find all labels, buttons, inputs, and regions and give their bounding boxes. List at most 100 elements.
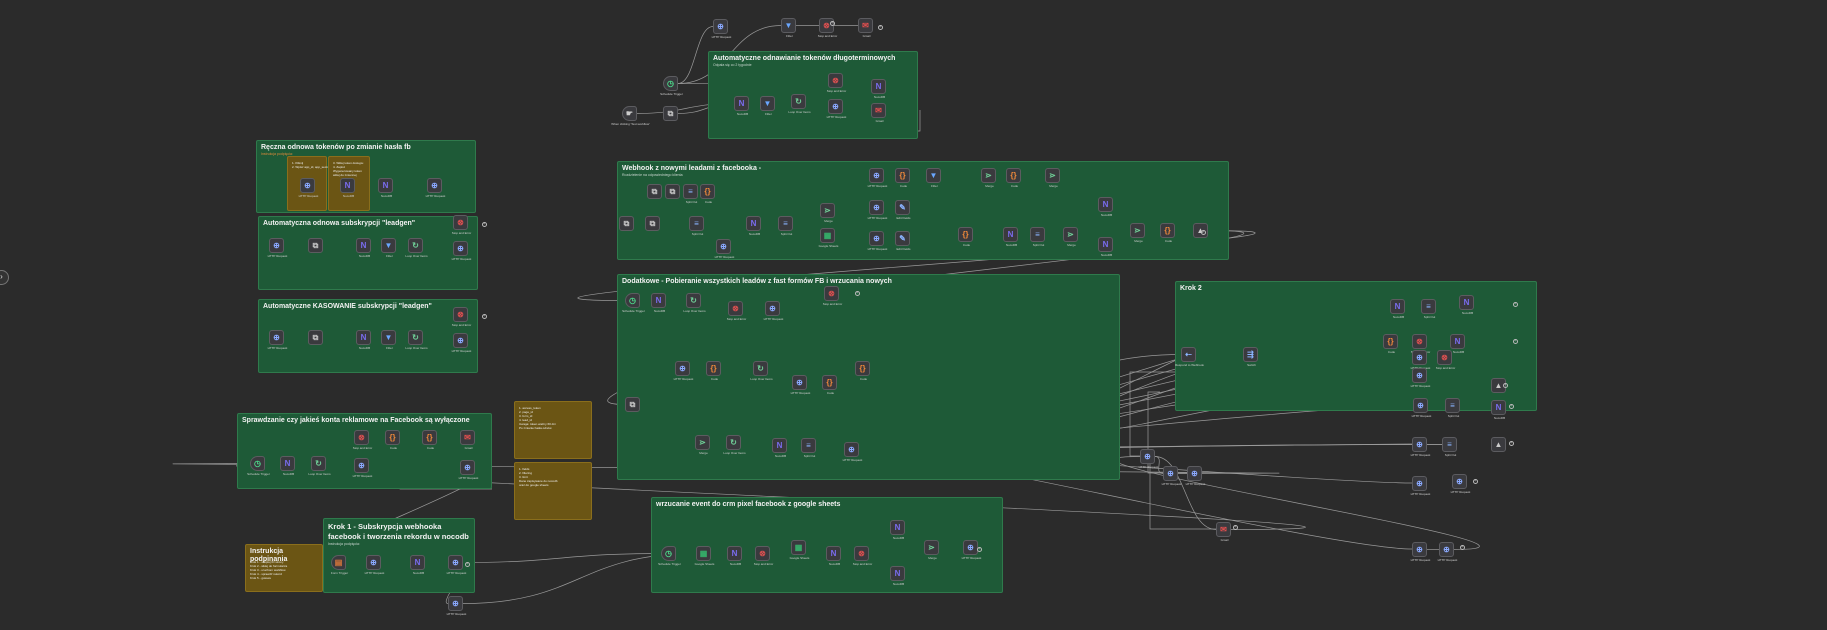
set-node[interactable]: ✎ Edit Fields [895,231,911,251]
http-node[interactable]: ⊕HTTP Request [715,239,734,259]
fbook-node[interactable]: ⧉ [625,397,640,412]
sheets-node[interactable]: ▦ Google Sheets [819,228,838,248]
add-node-port[interactable] [1503,382,1508,388]
http-node[interactable]: ⊕HTTP Request [843,442,862,462]
http-node[interactable]: ⊕HTTP Request [447,596,466,616]
http-node[interactable]: ⊕HTTP Request [1411,350,1430,370]
fbook-node[interactable]: ⧉ [663,106,678,121]
filter-node[interactable]: ▼ Filter [760,96,775,116]
http-node[interactable]: ⊕HTTP Request [1451,474,1470,494]
filter-node[interactable]: ▼ Filter [381,238,396,258]
fbook-node[interactable]: ⧉ [665,184,680,199]
code-node[interactable]: {} Code [422,430,437,450]
schedule-node[interactable]: ◷ Schedule Trigger [247,456,270,476]
http-node[interactable]: ⊕HTTP Request [962,540,981,560]
add-node-port[interactable] [1513,301,1518,307]
http-node[interactable]: ⊕HTTP Request [712,19,731,39]
gmail-node[interactable]: ✉ Gmail [858,18,873,38]
nocodb-node[interactable]: N NocoDB [1098,237,1113,257]
stop-node[interactable]: ⊗Stop and Error [1411,334,1430,354]
nocodb-node[interactable]: N NocoDB [734,96,749,116]
schedule-node[interactable]: ◷ Schedule Trigger [622,293,645,313]
sticky-note-subs[interactable]: Automatyczna odnowa subskrypcji "leadgen… [258,216,478,290]
add-node-port[interactable] [830,20,835,26]
http-node[interactable]: ⊕HTTP Request [365,555,384,575]
merge-node[interactable]: ⋗ Merge [1130,223,1145,243]
split-node[interactable]: ≡ Split Out [689,216,704,236]
nocodb-node[interactable]: N NocoDB [651,293,666,313]
split-node[interactable]: ≡ Split Out [683,184,698,204]
merge-node[interactable]: ⋗ Merge [924,540,939,560]
stop-node[interactable]: ⊗Stop and Error [727,301,746,321]
code-node[interactable]: {} Code [700,184,715,204]
http-node[interactable]: ⊕HTTP Request [764,301,783,321]
filter-node[interactable]: ▼ Filter [381,330,396,350]
nocodb-node[interactable]: N NocoDB [356,238,371,258]
loop-node[interactable]: ↻ Loop Over Items [308,456,331,476]
code-node[interactable]: {} Code [895,168,910,188]
code-node[interactable]: {} Code [1383,334,1398,354]
workflow-canvas[interactable]: Automatyczne odnawianie tokenów długoter… [0,0,1827,630]
http-node[interactable]: ⊕HTTP Request [1412,398,1431,418]
add-node-port[interactable] [1509,440,1514,446]
code-node[interactable]: {} Code [385,430,400,450]
add-node-port[interactable] [1513,338,1518,344]
loop-node[interactable]: ↻ Loop Over Items [788,94,811,114]
stop-node[interactable]: ⊗Stop and Error [1436,350,1455,370]
stop-node[interactable]: ⊗Stop and Error [754,546,773,566]
loop-node[interactable]: ↻ Loop Over Items [405,238,428,258]
http-node[interactable]: ⊕HTTP Request [868,231,887,251]
set-node[interactable]: ✎ Edit Fields [895,200,911,220]
nocodb-node[interactable]: N NocoDB [1450,334,1465,354]
manual-node[interactable]: ☛ When clicking 'Test workflow' [611,106,650,126]
stop-node[interactable]: ⊗Stop and Error [452,307,471,327]
http-node[interactable]: ⊕HTTP Request [1162,466,1181,486]
http-node[interactable]: ⊕HTTP Request [268,330,287,350]
nocodb-node[interactable]: N NocoDB [826,546,841,566]
connection[interactable] [462,553,662,563]
split-node[interactable]: ≡ Split Out [1421,299,1436,319]
http-node[interactable]: ⊕HTTP Request [353,458,372,478]
gmail-node[interactable]: ✉ Gmail [1216,522,1231,542]
schedule-node[interactable]: ◷ Schedule Trigger [660,76,683,96]
merge-node[interactable]: ⋗ Merge [1045,168,1060,188]
stop-node[interactable]: ⊗Stop and Error [452,215,471,235]
form-node[interactable]: ▤ Form Trigger [331,555,348,575]
gmail-node[interactable]: ✉ Gmail [871,103,886,123]
nocodb-node[interactable]: N NocoDB [772,438,787,458]
add-node-port[interactable] [465,561,470,567]
nocodb-node[interactable]: N NocoDB [1491,400,1506,420]
respond-node[interactable]: ⇠ Respond to Webhook [1175,347,1204,367]
add-node-port[interactable] [1201,229,1206,235]
add-node-port[interactable] [855,290,860,296]
add-node-port[interactable] [1460,544,1465,550]
sheets-node[interactable]: ▦ Google Sheets [695,546,714,566]
http-node[interactable]: ⊕HTTP Request [1411,368,1430,388]
merge-node[interactable]: ⋗ Merge [820,203,835,223]
nocodb-node[interactable]: N NocoDB [1459,295,1474,315]
sticky-note-krok2[interactable]: Krok 2 [1175,281,1537,411]
http-node[interactable]: ⊕HTTP Request [268,238,287,258]
sticky-note-crm[interactable]: wrzucanie event do crm pixel facebook z … [651,497,1003,593]
http-node[interactable]: ⊕HTTP Request [452,333,471,353]
nocodb-node[interactable]: N NocoDB [378,178,393,198]
nocodb-node[interactable]: N NocoDB [280,456,295,476]
nocodb-node[interactable]: N NocoDB [1390,299,1405,319]
warn-node[interactable]: ▲ [1491,437,1506,452]
http-node[interactable]: ⊕HTTP Request [459,460,478,480]
fbook-node[interactable]: ⧉ [308,238,323,253]
loop-node[interactable]: ↻ Loop Over Items [750,361,773,381]
switch-node[interactable]: ⇶ Switch [1243,347,1258,367]
stop-node[interactable]: ⊗Stop and Error [353,430,372,450]
nocodb-node[interactable]: N NocoDB [1098,197,1113,217]
http-node[interactable]: ⊕HTTP Request [299,178,318,198]
split-node[interactable]: ≡ Split Out [801,438,816,458]
code-node[interactable]: {} Code [822,375,837,395]
split-node[interactable]: ≡ Split Out [1030,227,1045,247]
sticky-note-tokens[interactable]: Automatyczne odnawianie tokenów długoter… [708,51,918,139]
http-node[interactable]: ⊕HTTP Request [791,375,810,395]
http-node[interactable]: ⊕HTTP Request [1411,476,1430,496]
fbook-node[interactable]: ⧉ [647,184,662,199]
code-node[interactable]: {} Code [1160,223,1175,243]
nocodb-node[interactable]: N NocoDB [890,566,905,586]
